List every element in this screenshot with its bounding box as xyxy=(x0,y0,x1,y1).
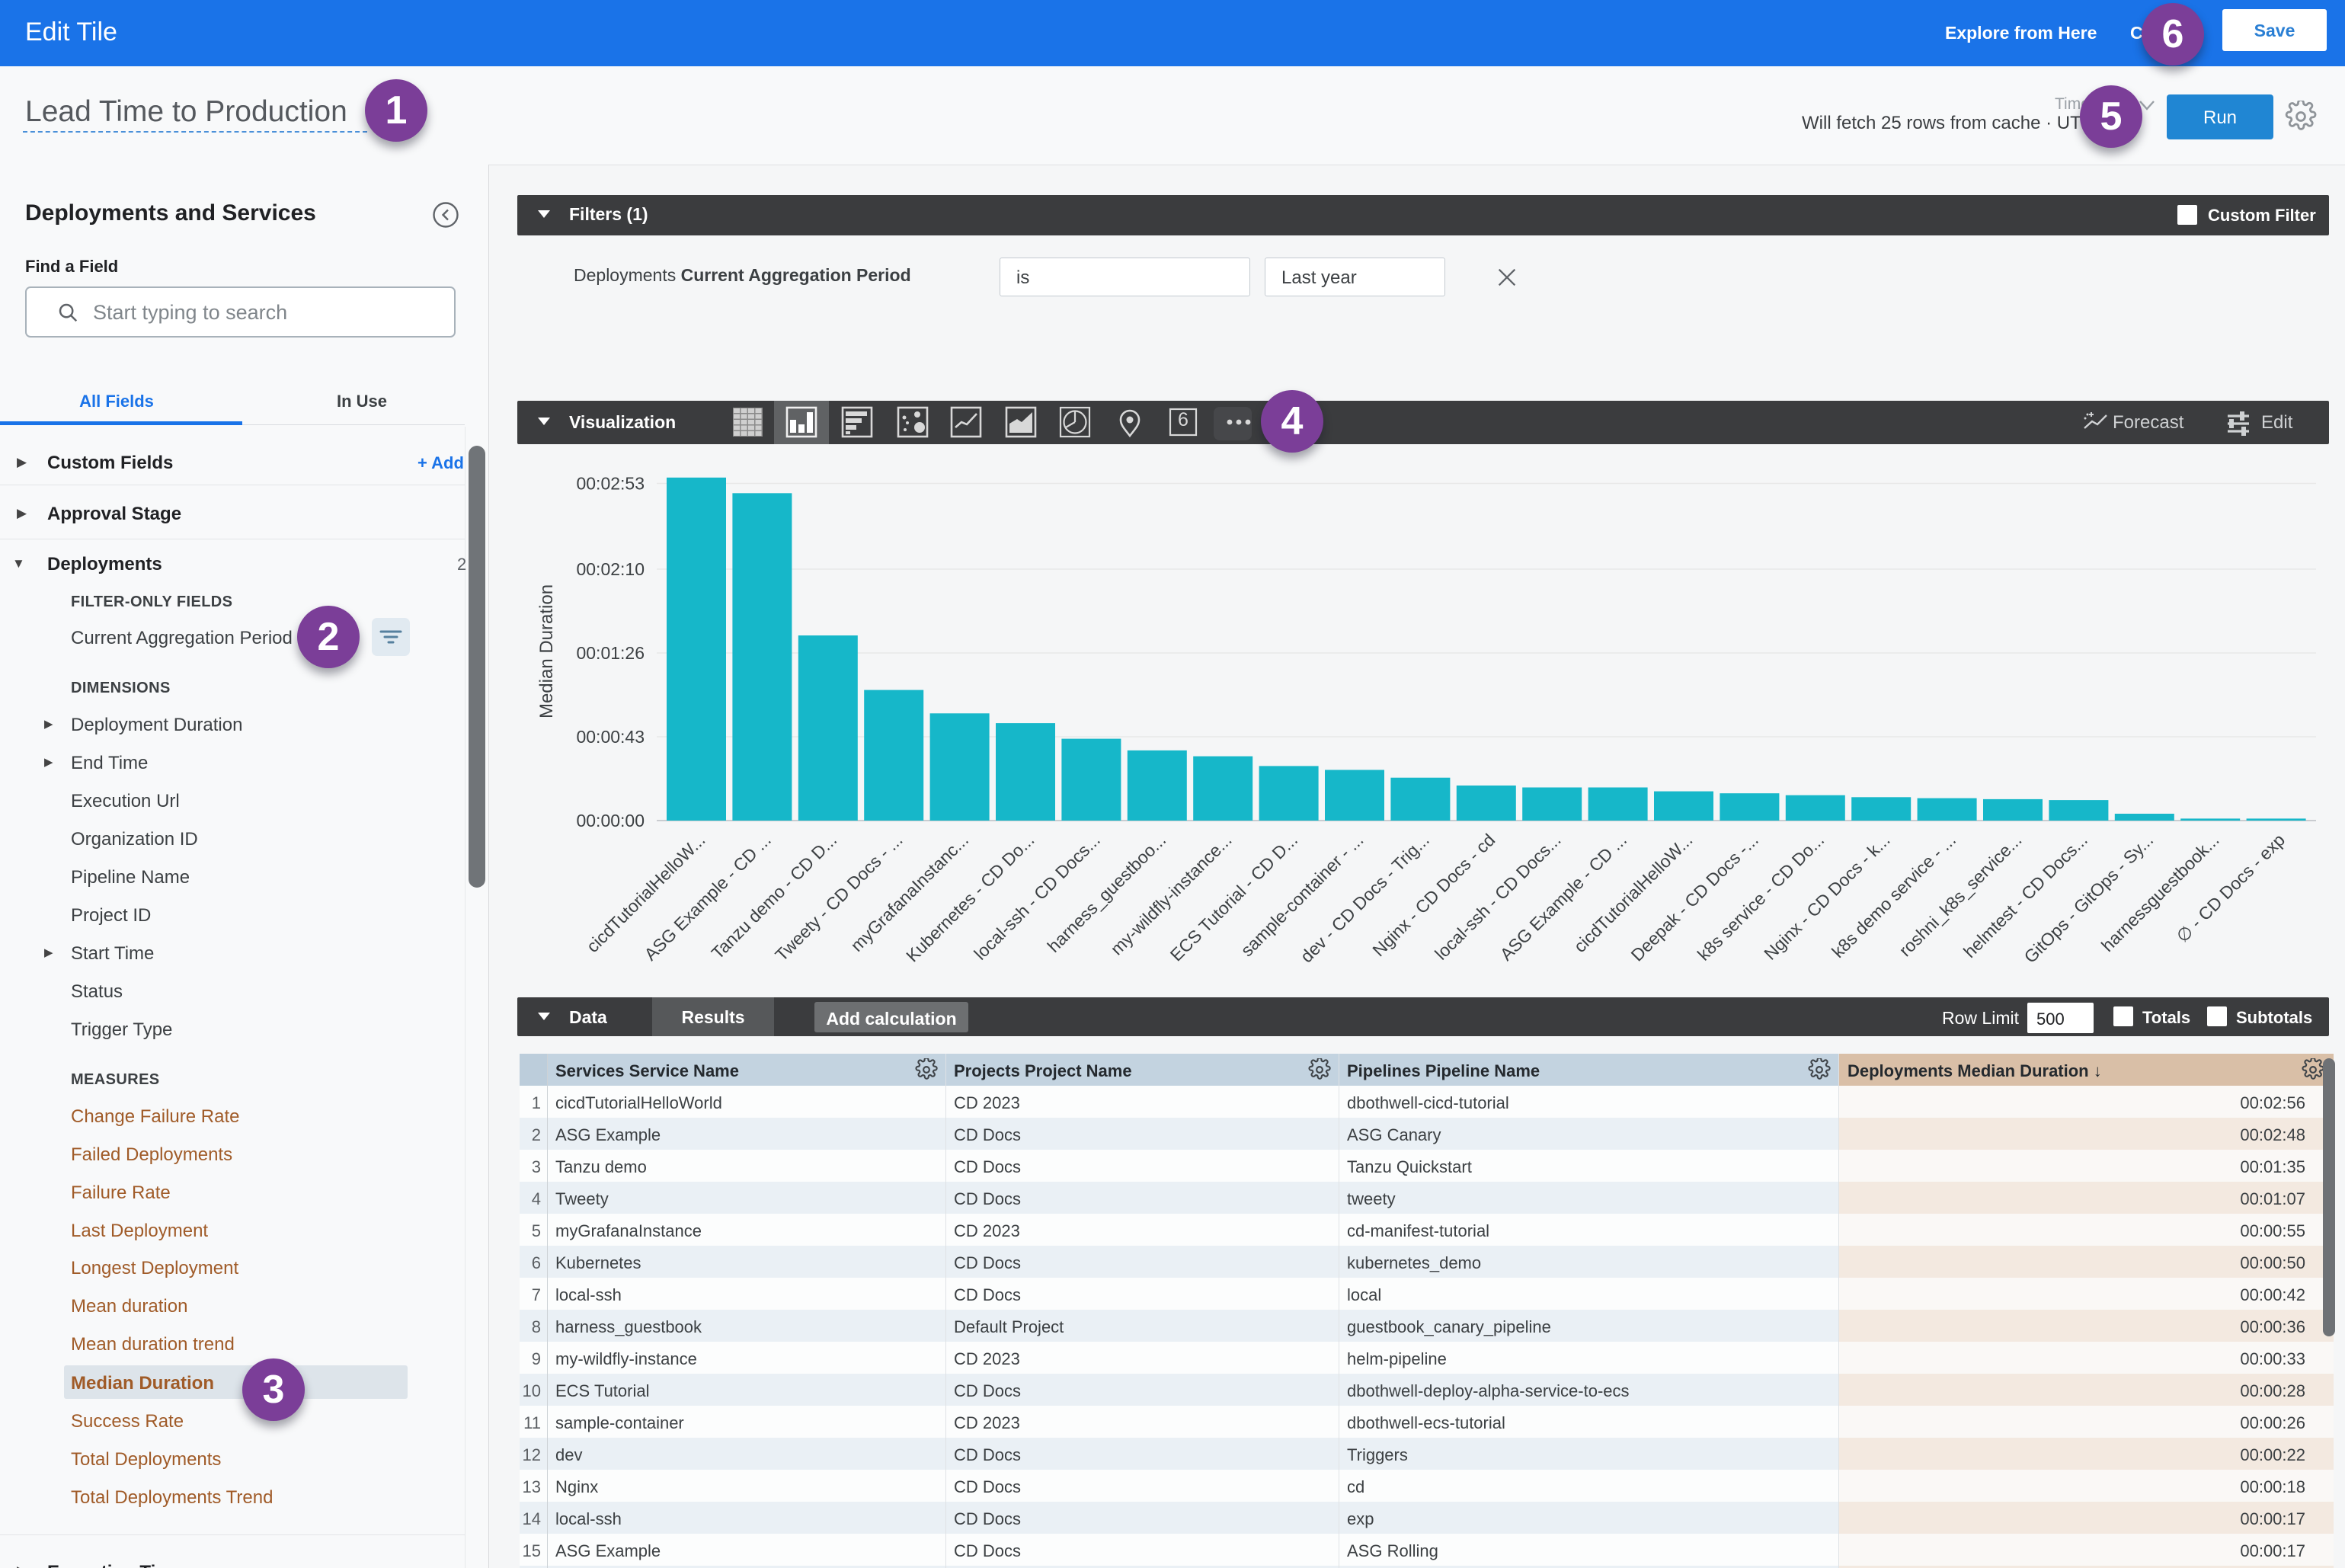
svg-text:helmtest - CD Docs...: helmtest - CD Docs... xyxy=(1959,830,2091,962)
svg-text:local-ssh - CD Docs...: local-ssh - CD Docs... xyxy=(970,830,1104,964)
svg-text:harnessguestbook...: harnessguestbook... xyxy=(2097,830,2223,955)
svg-text:harness_guestboo...: harness_guestboo... xyxy=(1044,830,1170,956)
svg-text:dev - CD Docs - Trig...: dev - CD Docs - Trig... xyxy=(1297,830,1433,966)
svg-text:Tweety - CD Docs - ...: Tweety - CD Docs - ... xyxy=(771,830,906,965)
svg-text:local-ssh - CD Docs...: local-ssh - CD Docs... xyxy=(1431,830,1565,964)
svg-text:∅ - CD Docs - exp: ∅ - CD Docs - exp xyxy=(2172,830,2289,946)
svg-text:Median Duration: Median Duration xyxy=(536,584,557,718)
svg-text:00:02:10: 00:02:10 xyxy=(576,559,645,579)
svg-text:00:00:00: 00:00:00 xyxy=(576,811,645,830)
svg-text:GitOps - GitOps - Sy...: GitOps - GitOps - Sy... xyxy=(2020,830,2157,967)
svg-text:Nginx - CD Docs - k...: Nginx - CD Docs - k... xyxy=(1760,830,1894,964)
svg-text:ASG Example - CD ...: ASG Example - CD ... xyxy=(1496,830,1631,965)
svg-text:Tanzu demo - CD D...: Tanzu demo - CD D... xyxy=(708,830,841,963)
svg-text:00:02:53: 00:02:53 xyxy=(576,474,645,494)
svg-text:roshni_k8s_service...: roshni_k8s_service... xyxy=(1895,830,2025,960)
svg-text:ECS Tutorial - CD D...: ECS Tutorial - CD D... xyxy=(1166,830,1301,965)
svg-text:Deepak - CD Docs -...: Deepak - CD Docs -... xyxy=(1627,830,1761,965)
svg-text:cicdTutorialHelloW...: cicdTutorialHelloW... xyxy=(1570,830,1697,956)
svg-text:k8s service - CD Do...: k8s service - CD Do... xyxy=(1694,830,1828,965)
svg-text:00:00:43: 00:00:43 xyxy=(576,727,645,747)
svg-text:cicdTutorialHelloW...: cicdTutorialHelloW... xyxy=(583,830,709,956)
svg-text:Kubernetes - CD Do...: Kubernetes - CD Do... xyxy=(902,830,1038,965)
svg-text:ASG Example - CD ...: ASG Example - CD ... xyxy=(640,830,775,965)
svg-text:Nginx - CD Docs - cd: Nginx - CD Docs - cd xyxy=(1368,830,1499,960)
svg-text:my-wildfly-instance...: my-wildfly-instance... xyxy=(1106,830,1235,958)
svg-text:k8s demo service - ...: k8s demo service - ... xyxy=(1828,830,1959,962)
svg-text:myGrafanaInstanc...: myGrafanaInstanc... xyxy=(846,830,972,955)
svg-text:00:01:26: 00:01:26 xyxy=(576,643,645,663)
svg-text:sample-container - ...: sample-container - ... xyxy=(1236,830,1367,960)
